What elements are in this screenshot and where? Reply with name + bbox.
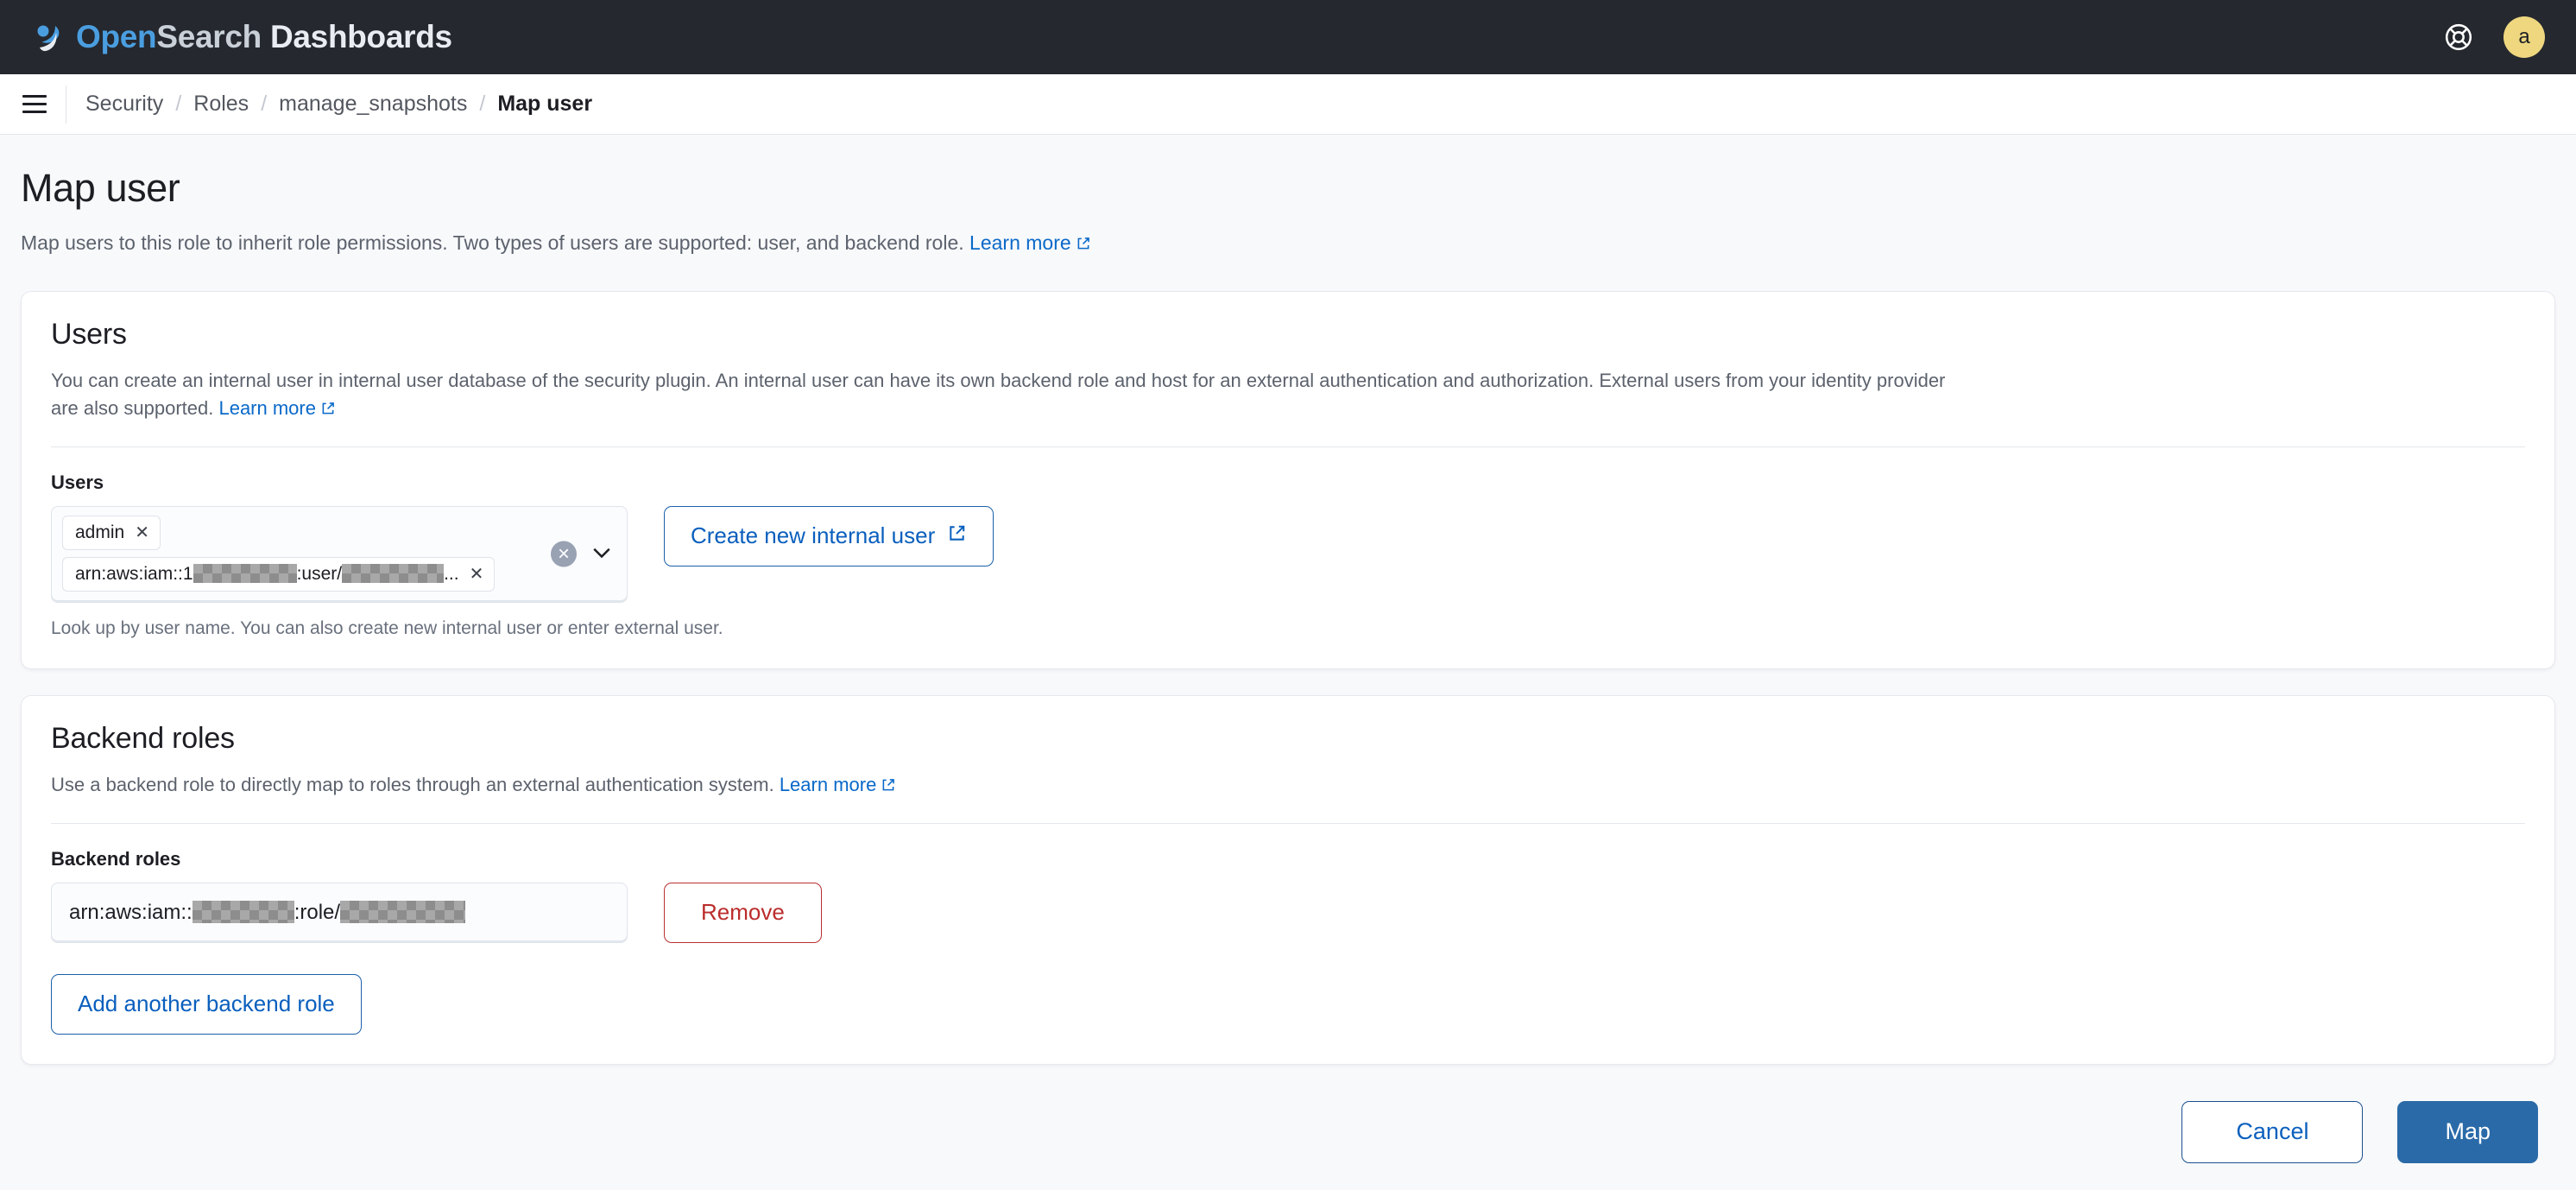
breadcrumb-item-roles[interactable]: Roles <box>193 92 249 117</box>
arn-prefix-text: arn:aws:iam::1 <box>75 563 193 584</box>
add-backend-role-row: Add another backend role <box>51 973 2525 1035</box>
remove-pill-icon[interactable]: ✕ <box>470 566 484 583</box>
backend-role-row: arn:aws:iam:::role/ Remove <box>51 882 2525 943</box>
users-field-row: admin ✕ arn:aws:iam::1 :user/... ✕ ✕ Cre… <box>51 505 2525 603</box>
map-button-label: Map <box>2445 1118 2491 1145</box>
hamburger-line <box>22 103 47 105</box>
form-footer-actions: Cancel Map <box>21 1065 2555 1163</box>
users-combo-box[interactable]: admin ✕ arn:aws:iam::1 :user/... ✕ ✕ <box>51 505 628 603</box>
users-field-label: Users <box>51 471 104 493</box>
external-link-icon <box>881 773 896 801</box>
remove-backend-role-button[interactable]: Remove <box>664 882 822 943</box>
hamburger-line <box>22 111 47 113</box>
brand-search-text: Search <box>156 19 262 54</box>
breadcrumb-item-security[interactable]: Security <box>85 92 163 117</box>
users-learn-more-link[interactable]: Learn more <box>218 397 336 419</box>
user-avatar[interactable]: a <box>2503 16 2545 58</box>
users-panel-title: Users <box>51 318 127 351</box>
redacted-role-name <box>340 900 466 923</box>
page-learn-more-label: Learn more <box>969 231 1071 254</box>
users-panel-description: You can create an internal user in inter… <box>51 367 1976 424</box>
remove-backend-role-label: Remove <box>701 899 785 926</box>
header-actions: a <box>2443 16 2545 58</box>
cancel-button-label: Cancel <box>2236 1118 2309 1145</box>
app-header: OpenSearch Dashboards a <box>0 0 2576 74</box>
hamburger-line <box>22 95 47 98</box>
page-header: Map user Map users to this role to inher… <box>21 135 2555 258</box>
brand-logo-area[interactable]: OpenSearch Dashboards <box>29 18 452 56</box>
cancel-button[interactable]: Cancel <box>2181 1100 2364 1163</box>
arn-middle-text: :role/ <box>294 900 341 924</box>
users-panel: Users You can create an internal user in… <box>21 291 2555 669</box>
breadcrumb-bar: Security / Roles / manage_snapshots / Ma… <box>0 74 2576 135</box>
add-another-backend-role-label: Add another backend role <box>78 991 335 1017</box>
backend-panel-divider <box>51 822 2525 824</box>
backend-learn-more-label: Learn more <box>779 773 877 795</box>
breadcrumb-separator: / <box>175 92 182 116</box>
backend-panel-description-text: Use a backend role to directly map to ro… <box>51 773 774 795</box>
create-new-internal-user-button[interactable]: Create new internal user <box>664 505 994 567</box>
opensearch-logo-icon <box>29 18 67 56</box>
avatar-initial: a <box>2518 25 2530 48</box>
users-panel-divider <box>51 446 2525 447</box>
backend-role-value: arn:aws:iam:::role/ <box>69 900 466 925</box>
backend-learn-more-link[interactable]: Learn more <box>780 774 897 795</box>
breadcrumb-item-manage-snapshots[interactable]: manage_snapshots <box>279 92 467 117</box>
remove-pill-icon[interactable]: ✕ <box>135 524 149 541</box>
backend-panel-title: Backend roles <box>51 721 235 755</box>
backend-role-input[interactable]: arn:aws:iam:::role/ <box>51 882 628 943</box>
arn-prefix-text: arn:aws:iam:: <box>69 900 193 924</box>
users-helper-text: Look up by user name. You can also creat… <box>51 617 723 638</box>
user-pill-label: admin <box>75 522 125 542</box>
arn-ellipsis-text: ... <box>444 563 459 584</box>
users-selected-pills: admin ✕ arn:aws:iam::1 :user/... ✕ <box>62 515 616 592</box>
brand-open-text: Open <box>76 19 157 54</box>
users-learn-more-label: Learn more <box>218 396 316 419</box>
user-pill-admin[interactable]: admin ✕ <box>62 515 161 550</box>
chevron-down-icon[interactable] <box>589 539 615 569</box>
hamburger-menu-icon[interactable] <box>19 89 50 120</box>
life-ring-help-icon[interactable] <box>2443 22 2474 53</box>
external-link-icon <box>1076 231 1091 258</box>
map-button[interactable]: Map <box>2397 1100 2538 1163</box>
page-description-text: Map users to this role to inherit role p… <box>21 231 964 254</box>
breadcrumb-separator: / <box>261 92 268 116</box>
external-link-icon <box>947 522 967 549</box>
backend-panel-description: Use a backend role to directly map to ro… <box>51 771 1976 801</box>
user-pill-label: arn:aws:iam::1 :user/... <box>75 563 459 585</box>
redacted-account-id <box>192 900 294 923</box>
breadcrumb: Security / Roles / manage_snapshots / Ma… <box>85 92 592 117</box>
combo-box-actions: ✕ <box>551 539 615 569</box>
arn-middle-text: :user/ <box>296 563 343 584</box>
page-description: Map users to this role to inherit role p… <box>21 230 2555 258</box>
clear-selection-icon[interactable]: ✕ <box>551 541 577 567</box>
redacted-account-id <box>193 563 297 583</box>
breadcrumb-item-map-user: Map user <box>497 92 593 116</box>
add-another-backend-role-button[interactable]: Add another backend role <box>51 973 362 1035</box>
redacted-user-name <box>342 563 445 583</box>
external-link-icon <box>320 396 336 424</box>
user-pill-arn[interactable]: arn:aws:iam::1 :user/... ✕ <box>62 556 496 592</box>
page-content: Map user Map users to this role to inher… <box>0 135 2576 1163</box>
brand-title: OpenSearch Dashboards <box>76 19 452 55</box>
brand-dashboards-text: Dashboards <box>262 19 452 54</box>
page-title: Map user <box>21 166 180 210</box>
backend-roles-field-label: Backend roles <box>51 847 181 870</box>
page-learn-more-link[interactable]: Learn more <box>969 231 1091 254</box>
backend-roles-panel: Backend roles Use a backend role to dire… <box>21 694 2555 1065</box>
breadcrumb-separator: / <box>479 92 486 116</box>
create-new-internal-user-label: Create new internal user <box>691 522 936 549</box>
